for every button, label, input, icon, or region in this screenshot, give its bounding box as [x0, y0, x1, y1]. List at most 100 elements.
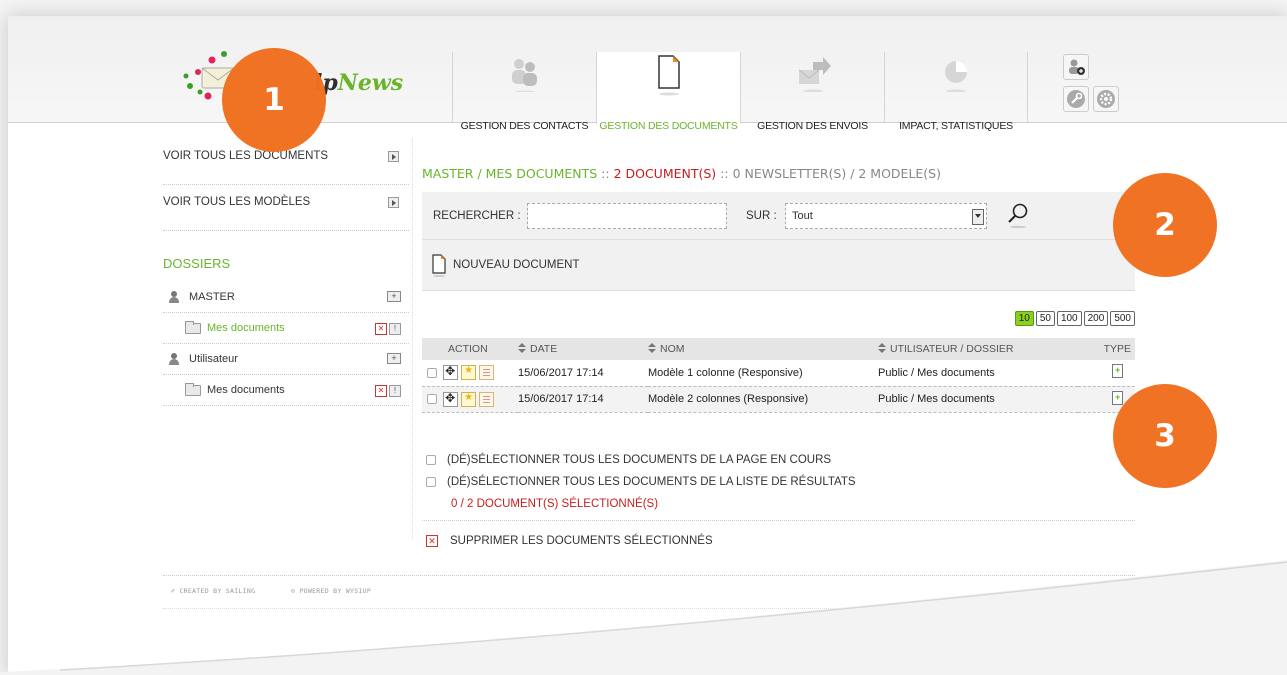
document-icon [657, 55, 680, 96]
gear-icon [1097, 90, 1115, 108]
sidebar-folder-master-mes-documents[interactable]: Mes documents ✕ ! [163, 313, 409, 344]
info-icon[interactable]: ! [389, 385, 401, 397]
add-user-button[interactable] [1063, 54, 1089, 80]
breadcrumb-separator: :: [716, 166, 733, 181]
column-date[interactable]: DATE [518, 338, 648, 360]
move-icon[interactable] [443, 391, 459, 407]
documents-table: ACTION DATE NOM UTILISATEUR / DOSSIER TY… [422, 338, 1135, 413]
sidebar-user-master[interactable]: MASTER + [163, 282, 409, 313]
page-size-10[interactable]: 10 [1014, 311, 1034, 326]
user-icon [169, 291, 179, 303]
table-header-row: ACTION DATE NOM UTILISATEUR / DOSSIER TY… [422, 338, 1135, 360]
logo-suffix: News [337, 70, 404, 96]
star-icon[interactable] [461, 391, 477, 407]
search-input[interactable] [527, 203, 727, 229]
arrow-right-icon [388, 151, 399, 162]
pie-chart-icon [945, 61, 967, 92]
tools-button[interactable] [1063, 86, 1089, 112]
footer-powered[interactable]: ⊙ POWERED BY WYSIUP [291, 587, 371, 595]
callout-badge-2: 2 [1113, 173, 1217, 277]
table-row: 15/06/2017 17:14 Modèle 1 colonne (Respo… [422, 360, 1135, 387]
folder-icon [185, 320, 201, 334]
folder-icon [185, 382, 201, 396]
callout-badge-1: 1 [222, 48, 326, 152]
page-size-500[interactable]: 500 [1110, 311, 1135, 326]
select-list-checkbox[interactable] [426, 477, 436, 487]
select-list-toggle[interactable]: (DÉ)SÉLECTIONNER TOUS LES DOCUMENTS DE L… [426, 471, 856, 493]
tab-documents[interactable]: GESTION DES DOCUMENTS [596, 52, 740, 132]
search-label: RECHERCHER : [433, 210, 521, 222]
search-scope-label: SUR : [746, 210, 777, 222]
sidebar-folder-utilisateur-mes-documents[interactable]: Mes documents ✕ ! [163, 375, 409, 406]
user-name: Utilisateur [189, 353, 238, 365]
tab-sends[interactable]: GESTION DES ENVOIS [740, 52, 884, 132]
search-bar: RECHERCHER : SUR : Tout [422, 192, 1135, 240]
wrench-icon [1067, 90, 1085, 108]
tab-contacts-label: GESTION DES CONTACTS [460, 120, 589, 132]
main-nav: GESTION DES CONTACTS GESTION DES DOCUMEN… [452, 52, 1028, 132]
column-date-label: DATE [530, 343, 558, 355]
star-icon[interactable] [461, 365, 477, 381]
new-document-button[interactable]: NOUVEAU DOCUMENT [422, 240, 1135, 291]
add-folder-icon[interactable]: + [387, 353, 401, 364]
search-icon[interactable] [1007, 202, 1029, 228]
sidebar-divider [412, 139, 413, 539]
tab-contacts[interactable]: GESTION DES CONTACTS [452, 52, 596, 132]
search-scope-select[interactable]: Tout [785, 203, 987, 229]
add-user-icon [1069, 59, 1085, 75]
template-type-icon [1112, 364, 1123, 379]
tab-stats[interactable]: IMPACT, STATISTIQUES [884, 52, 1028, 132]
folder-name: Mes documents [207, 384, 285, 396]
edit-document-icon[interactable] [479, 391, 495, 407]
breadcrumb-path[interactable]: MASTER / MES DOCUMENTS [422, 166, 597, 181]
column-user-folder[interactable]: UTILISATEUR / DOSSIER [878, 338, 1078, 360]
template-type-icon [1112, 390, 1123, 405]
column-user-folder-label: UTILISATEUR / DOSSIER [890, 343, 1014, 355]
send-icon [798, 57, 831, 92]
add-folder-icon[interactable]: + [387, 291, 401, 302]
breadcrumb-separator: :: [597, 166, 614, 181]
cell-name[interactable]: Modèle 1 colonne (Responsive) [648, 360, 878, 387]
footer-divider-bottom [163, 608, 1135, 609]
user-icon [169, 353, 179, 365]
sidebar: VOIR TOUS LES DOCUMENTS VOIR TOUS LES MO… [163, 139, 409, 406]
divider [422, 520, 1135, 521]
cell-name[interactable]: Modèle 2 colonnes (Responsive) [648, 386, 878, 413]
sort-icon [648, 343, 656, 353]
logo-wordmark: lpNews [314, 70, 403, 96]
sort-icon [878, 343, 886, 353]
cell-user-folder: Public / Mes documents [878, 360, 1078, 387]
folders-title: DOSSIERS [163, 256, 231, 271]
info-icon[interactable]: ! [389, 323, 401, 335]
page-size-50[interactable]: 50 [1035, 311, 1055, 326]
sidebar-link-all-models[interactable]: VOIR TOUS LES MODÈLES [163, 185, 409, 231]
delete-selected-button[interactable]: ✕ SUPPRIMER LES DOCUMENTS SÉLECTIONNÉS [426, 535, 713, 547]
page-size-100[interactable]: 100 [1056, 311, 1082, 326]
sidebar-link-label: VOIR TOUS LES MODÈLES [163, 196, 311, 208]
user-name: MASTER [189, 291, 235, 303]
delete-folder-icon[interactable]: ✕ [375, 323, 387, 335]
search-scope-value: Tout [792, 210, 813, 222]
select-page-checkbox[interactable] [426, 455, 436, 465]
tab-documents-label: GESTION DES DOCUMENTS [599, 120, 738, 132]
page-sheet: lpNews GESTION DES CONTACTS GESTION DES … [8, 16, 1287, 675]
settings-button[interactable] [1093, 86, 1119, 112]
sidebar-user-utilisateur[interactable]: Utilisateur + [163, 344, 409, 375]
select-page-toggle[interactable]: (DÉ)SÉLECTIONNER TOUS LES DOCUMENTS DE L… [426, 449, 856, 471]
chevron-down-icon [975, 214, 981, 218]
column-action: ACTION [422, 338, 518, 360]
move-icon[interactable] [443, 364, 459, 381]
footer-created-label: CREATED BY SAILING [179, 587, 256, 595]
edit-document-icon[interactable] [479, 365, 495, 381]
breadcrumb-counts: 0 NEWSLETTER(S) / 2 MODELE(S) [732, 166, 941, 181]
contacts-icon [511, 59, 537, 92]
delete-folder-icon[interactable]: ✕ [375, 385, 387, 397]
row-checkbox[interactable] [427, 367, 437, 378]
column-name[interactable]: NOM [648, 338, 878, 360]
footer-powered-label: POWERED BY WYSIUP [299, 587, 372, 595]
delete-icon: ✕ [426, 535, 438, 547]
page-size-200[interactable]: 200 [1083, 311, 1109, 326]
footer-created[interactable]: ✐ CREATED BY SAILING [171, 587, 255, 595]
row-checkbox[interactable] [427, 394, 437, 404]
selection-controls: (DÉ)SÉLECTIONNER TOUS LES DOCUMENTS DE L… [426, 449, 856, 515]
